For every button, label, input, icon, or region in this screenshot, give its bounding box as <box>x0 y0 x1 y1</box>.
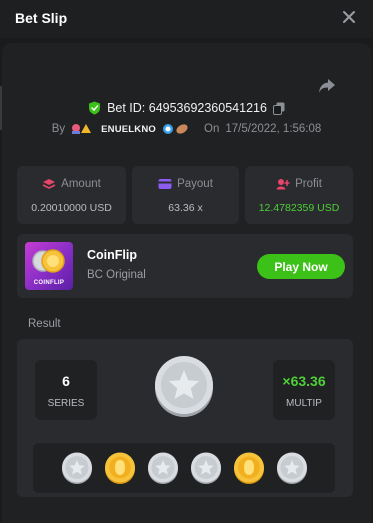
series-value: 6 <box>62 373 70 389</box>
payout-card: Payout 63.36 x <box>132 166 239 224</box>
user-badge-icon <box>163 124 188 134</box>
result-card: 6 SERIES ×63.36 MULTIP <box>17 339 353 497</box>
profit-card: Profit 12.4782359 USD <box>245 166 353 224</box>
result-section-label: Result <box>28 318 61 330</box>
username-link[interactable]: ENUELKNO <box>101 124 156 135</box>
payout-label: Payout <box>177 178 213 190</box>
verified-shield-icon <box>89 101 101 115</box>
close-icon[interactable] <box>341 9 357 25</box>
page-title: Bet Slip <box>15 10 68 26</box>
bet-id: Bet ID: 64953692360541216 <box>107 101 267 115</box>
game-subtitle: BC Original <box>87 269 146 281</box>
multiplier-value: ×63.36 <box>282 373 326 389</box>
thumbnail-label: COINFLIP <box>33 280 65 286</box>
amount-value: 0.20010000 USD <box>31 202 112 214</box>
silver-star-coin-icon <box>276 452 307 484</box>
play-now-button[interactable]: Play Now <box>257 254 345 279</box>
header-bar: Bet Slip <box>0 0 373 38</box>
gold-coin-icon <box>104 452 135 484</box>
amount-icon <box>42 179 56 189</box>
silver-star-coin-icon <box>147 452 178 484</box>
share-icon[interactable] <box>318 78 336 94</box>
silver-star-coin-icon <box>190 452 221 484</box>
multiplier-box: ×63.36 MULTIP <box>273 360 335 420</box>
gold-coin-icon <box>233 452 264 484</box>
multiplier-label: MULTIP <box>286 398 322 409</box>
copy-icon[interactable] <box>272 102 285 115</box>
on-label: On <box>204 123 220 135</box>
game-card: COINFLIP CoinFlip BC Original Play Now <box>17 234 353 298</box>
game-name: CoinFlip <box>87 248 137 262</box>
payout-value: 63.36 x <box>168 202 203 214</box>
user-emoji-icon <box>72 124 92 134</box>
profit-icon <box>276 179 290 190</box>
amount-card: Amount 0.20010000 USD <box>17 166 126 224</box>
by-label: By <box>51 123 66 135</box>
bet-id-row: Bet ID: 64953692360541216 <box>0 100 373 116</box>
profit-value: 12.4782359 USD <box>258 202 340 214</box>
by-row: By ENUELKNO On 17/5/2022, 1:56:08 <box>0 121 373 137</box>
coin-results-row <box>33 443 335 493</box>
amount-label: Amount <box>61 178 101 190</box>
series-label: SERIES <box>47 398 85 409</box>
silver-star-coin-icon <box>61 452 92 484</box>
series-box: 6 SERIES <box>35 360 97 420</box>
silver-star-coin-icon <box>155 356 213 417</box>
profit-label: Profit <box>295 178 322 190</box>
payout-icon <box>158 179 172 189</box>
game-thumbnail[interactable]: COINFLIP <box>25 242 73 290</box>
bet-timestamp: 17/5/2022, 1:56:08 <box>225 123 322 135</box>
